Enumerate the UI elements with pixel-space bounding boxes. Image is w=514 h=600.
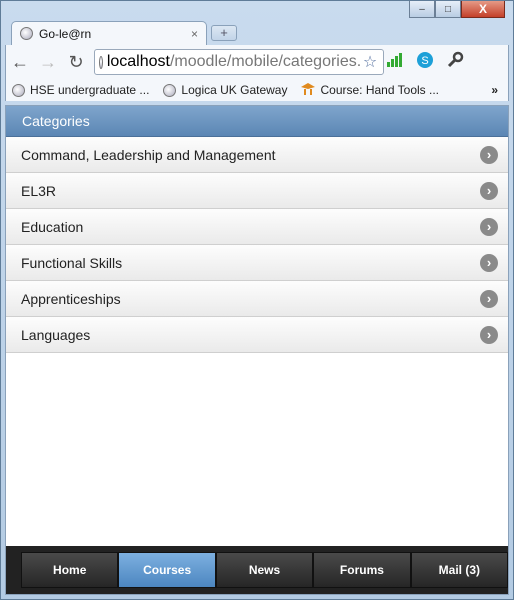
tab-title: Go-le@rn (39, 26, 92, 41)
globe-icon (163, 83, 177, 97)
category-item[interactable]: EL3R › (6, 173, 508, 209)
category-item[interactable]: Apprenticeships › (6, 281, 508, 317)
category-label: Education (21, 218, 84, 235)
bookmark-label: Logica UK Gateway (181, 83, 288, 97)
svg-text:S: S (421, 55, 428, 67)
category-label: EL3R (21, 182, 57, 199)
chevron-right-icon: › (480, 217, 498, 236)
bookmark-item[interactable]: HSE undergraduate ... (12, 83, 149, 97)
category-item[interactable]: Education › (6, 209, 508, 245)
chevron-right-icon: › (480, 289, 498, 308)
chevron-right-icon: › (480, 181, 498, 200)
chevron-right-icon: › (480, 145, 498, 164)
category-label: Command, Leadership and Management (21, 146, 276, 163)
site-info-icon[interactable] (99, 55, 103, 69)
page-title: Categories (6, 106, 508, 137)
nav-courses-button[interactable]: Courses (118, 552, 216, 588)
nav-news-button[interactable]: News (215, 552, 314, 588)
globe-icon (20, 27, 33, 40)
page-content: Categories Command, Leadership and Manag… (5, 105, 509, 595)
bookmarks-more-button[interactable]: » (491, 83, 498, 97)
category-label: Apprenticeships (21, 290, 121, 307)
moodle-icon (301, 82, 316, 98)
bookmark-item[interactable]: Logica UK Gateway (163, 83, 287, 97)
chevron-right-icon: › (480, 253, 498, 272)
nav-forums-button[interactable]: Forums (313, 552, 411, 588)
skype-extension-icon[interactable]: S (410, 51, 440, 73)
footer-navbar: Home Courses News Forums Mail (3) (6, 546, 508, 594)
category-item[interactable]: Languages › (6, 317, 508, 353)
signal-extension-icon[interactable] (380, 53, 410, 71)
browser-tab[interactable]: Go-le@rn × (11, 21, 207, 45)
bookmark-label: Course: Hand Tools ... (320, 83, 439, 97)
bookmark-item[interactable]: Course: Hand Tools ... (301, 82, 439, 98)
browser-toolbar: ← → ↻ localhost/moodle/mobile/categories… (5, 45, 509, 79)
window-controls: – □ X (409, 1, 505, 19)
close-window-button[interactable]: X (461, 1, 505, 18)
maximize-button[interactable]: □ (435, 1, 461, 18)
nav-home-button[interactable]: Home (21, 552, 119, 588)
bookmark-label: HSE undergraduate ... (30, 83, 150, 97)
minimize-button[interactable]: – (409, 1, 435, 18)
category-item[interactable]: Functional Skills › (6, 245, 508, 281)
wrench-icon[interactable] (440, 51, 470, 73)
back-icon[interactable]: ← (6, 52, 34, 73)
tab-close-icon[interactable]: × (191, 27, 198, 41)
url-host: localhost (106, 53, 170, 70)
chevron-right-icon: › (480, 325, 498, 344)
globe-icon (12, 83, 25, 97)
url-path: /moodle/mobile/categories.ph (169, 53, 379, 70)
bookmark-star-icon[interactable]: ☆ (360, 52, 380, 72)
category-label: Languages (21, 326, 91, 343)
forward-icon[interactable]: → (34, 52, 62, 73)
reload-icon[interactable]: ↻ (62, 52, 90, 73)
bookmarks-bar: HSE undergraduate ... Logica UK Gateway … (5, 79, 509, 101)
category-item[interactable]: Command, Leadership and Management › (6, 137, 508, 173)
address-bar[interactable]: localhost/moodle/mobile/categories.ph (94, 49, 384, 75)
browser-window: – □ X Go-le@rn × + ← → ↻ localhost/moodl… (0, 0, 514, 600)
nav-mail-button[interactable]: Mail (3) (410, 552, 508, 588)
new-tab-button[interactable]: + (211, 25, 237, 41)
category-label: Functional Skills (21, 254, 123, 271)
